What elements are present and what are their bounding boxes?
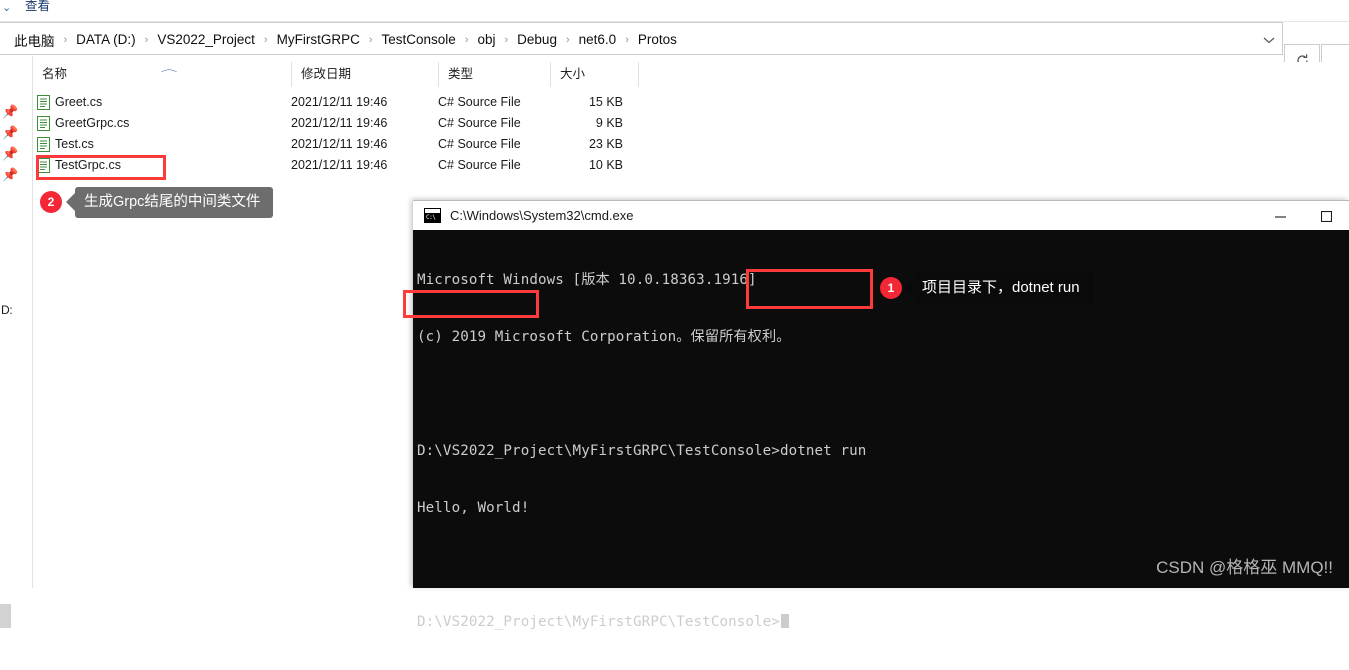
table-row[interactable]: TestGrpc.cs 2021/12/11 19:46 C# Source F…: [33, 155, 1349, 176]
column-header-type-label: 类型: [448, 67, 474, 81]
column-header-size[interactable]: 大小: [550, 62, 638, 87]
annotation-callout-2: 2 生成Grpc结尾的中间类文件: [40, 186, 274, 218]
cmd-output-line: (c) 2019 Microsoft Corporation。保留所有权利。: [417, 329, 791, 345]
chevron-down-icon[interactable]: ⌄: [2, 0, 11, 19]
breadcrumb-item-7[interactable]: net6.0: [575, 31, 621, 48]
file-size: 9 KB: [595, 116, 623, 130]
breadcrumb-item-5[interactable]: obj: [473, 31, 499, 48]
breadcrumb-separator: ›: [63, 33, 68, 46]
table-row[interactable]: Greet.cs 2021/12/11 19:46 C# Source File…: [33, 92, 1349, 113]
column-header-date[interactable]: 修改日期: [291, 62, 438, 87]
file-size: 10 KB: [588, 158, 623, 172]
annotation-badge-1: 1: [880, 277, 902, 299]
breadcrumb-item-8[interactable]: Protos: [634, 31, 681, 48]
cmd-prompt-line-current: D:\VS2022_Project\MyFirstGRPC\TestConsol…: [417, 613, 1349, 632]
highlight-box-dotnet-run-command: [746, 269, 873, 309]
menu-item-view[interactable]: 查看: [25, 0, 50, 17]
file-type: C# Source File: [438, 116, 521, 130]
cmd-cursor: [780, 614, 789, 628]
file-type: C# Source File: [438, 137, 521, 151]
chevron-up-icon: ︿: [160, 63, 178, 73]
watermark: CSDN @格格巫 MMQ!!: [1156, 558, 1333, 577]
file-size: 15 KB: [588, 95, 623, 109]
annotation-callout-1: 1 项目目录下，dotnet run: [880, 271, 1094, 305]
file-name[interactable]: Test.cs: [55, 134, 94, 155]
cmd-title-bar[interactable]: C:\ C:\Windows\System32\cmd.exe: [413, 200, 1349, 230]
pin-icon[interactable]: 📌: [2, 126, 18, 140]
csharp-source-file-icon: [37, 95, 50, 110]
pin-icon[interactable]: 📌: [2, 105, 18, 119]
ribbon-menu-strip: ⌄ 查看: [0, 0, 1349, 22]
cmd-blank-line: [417, 385, 1349, 404]
breadcrumb-item-2[interactable]: VS2022_Project: [153, 31, 259, 48]
file-date: 2021/12/11 19:46: [291, 158, 388, 172]
file-date: 2021/12/11 19:46: [291, 116, 388, 130]
file-date: 2021/12/11 19:46: [291, 95, 388, 109]
breadcrumb-separator: ›: [464, 33, 469, 46]
column-header-name-label: 名称: [42, 67, 68, 81]
breadcrumb-separator: ›: [504, 33, 509, 46]
navigation-pane: 📌 📌 📌 📌 D:: [0, 56, 33, 628]
table-row[interactable]: Test.cs 2021/12/11 19:46 C# Source File …: [33, 134, 1349, 155]
column-header-size-label: 大小: [560, 67, 586, 81]
tooltip-arrow-icon: [66, 193, 75, 211]
breadcrumb-item-1[interactable]: DATA (D:): [72, 31, 140, 48]
file-date: 2021/12/11 19:46: [291, 137, 388, 151]
file-type: C# Source File: [438, 158, 521, 172]
column-divider[interactable]: [638, 62, 639, 87]
file-type: C# Source File: [438, 95, 521, 109]
cmd-console-icon: C:\: [424, 208, 441, 223]
annotation-text-1: 项目目录下，dotnet run: [915, 271, 1094, 305]
file-size: 23 KB: [588, 137, 623, 151]
highlight-box-testgrpc-file: [36, 155, 166, 180]
column-header-name[interactable]: 名称 ︿: [42, 62, 291, 87]
annotation-text-2: 生成Grpc结尾的中间类文件: [75, 186, 274, 218]
table-row[interactable]: GreetGrpc.cs 2021/12/11 19:46 C# Source …: [33, 113, 1349, 134]
breadcrumb-separator: ›: [263, 33, 268, 46]
breadcrumb-separator: ›: [144, 33, 149, 46]
nav-item-drive-d[interactable]: D:: [1, 303, 13, 317]
breadcrumb-item-3[interactable]: MyFirstGRPC: [273, 31, 364, 48]
cmd-prompt-text: D:\VS2022_Project\MyFirstGRPC\TestConsol…: [417, 614, 780, 630]
cmd-window-title: C:\Windows\System32\cmd.exe: [450, 208, 634, 223]
tooltip-arrow-icon: [905, 278, 915, 298]
address-bar: 此电脑 › DATA (D:) › VS2022_Project › MyFir…: [0, 22, 1349, 77]
cmd-console-window: C:\ C:\Windows\System32\cmd.exe Microsof…: [413, 200, 1349, 630]
breadcrumb-separator: ›: [565, 33, 570, 46]
file-name[interactable]: GreetGrpc.cs: [55, 113, 129, 134]
cmd-icon-glyph: C:\: [426, 214, 436, 221]
cmd-output-hello-world: Hello, World!: [417, 500, 530, 516]
breadcrumb-item-6[interactable]: Debug: [513, 31, 561, 48]
csharp-source-file-icon: [37, 116, 50, 131]
address-path-box[interactable]: 此电脑 › DATA (D:) › VS2022_Project › MyFir…: [0, 22, 1283, 55]
column-header-date-label: 修改日期: [301, 67, 352, 81]
highlight-box-hello-world-output: [403, 290, 539, 318]
breadcrumb-item-4[interactable]: TestConsole: [378, 31, 460, 48]
file-list-column-headers: 名称 ︿ 修改日期 类型 大小: [33, 62, 1349, 87]
minimize-icon[interactable]: [1257, 201, 1303, 231]
file-name[interactable]: Greet.cs: [55, 92, 102, 113]
chevron-down-icon[interactable]: [1255, 24, 1282, 55]
breadcrumb-separator: ›: [368, 33, 373, 46]
navpane-scrollbar-thumb[interactable]: [0, 604, 11, 628]
cmd-prompt-line-run: D:\VS2022_Project\MyFirstGRPC\TestConsol…: [417, 443, 867, 459]
breadcrumb-item-0[interactable]: 此电脑: [10, 29, 59, 51]
pin-icon[interactable]: 📌: [2, 168, 18, 182]
file-list: Greet.cs 2021/12/11 19:46 C# Source File…: [33, 92, 1349, 176]
csharp-source-file-icon: [37, 137, 50, 152]
annotation-badge-2: 2: [40, 191, 62, 213]
breadcrumb-separator: ›: [625, 33, 629, 46]
maximize-icon[interactable]: [1303, 201, 1349, 231]
cmd-window-controls: [1257, 201, 1349, 231]
pin-icon[interactable]: 📌: [2, 147, 18, 161]
column-header-type[interactable]: 类型: [438, 62, 550, 87]
breadcrumb: 此电脑 › DATA (D:) › VS2022_Project › MyFir…: [10, 23, 681, 56]
